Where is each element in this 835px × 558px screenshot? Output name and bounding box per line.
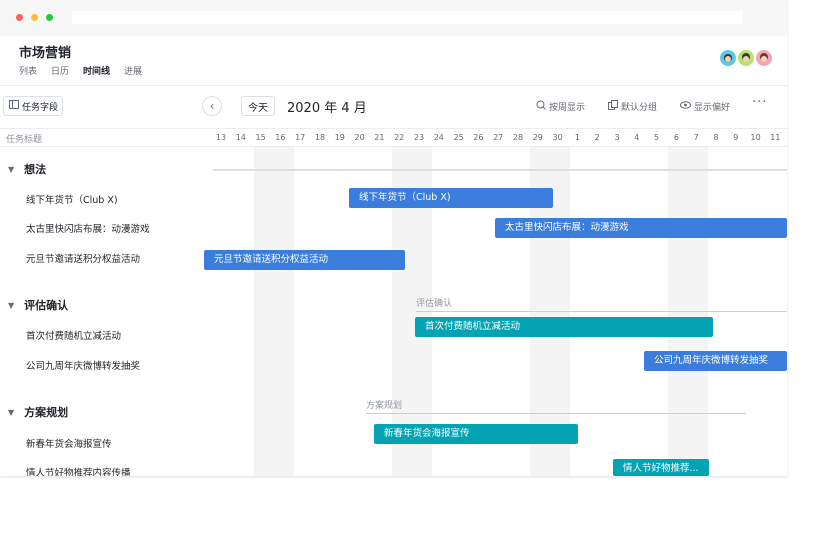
week-icon xyxy=(536,100,546,113)
day-label: 20 xyxy=(354,133,365,142)
task-row[interactable]: 元旦节邀请送积分权益活动 xyxy=(26,251,140,265)
task-bar[interactable]: 线下年货节（Club X) xyxy=(349,188,553,208)
task-title-column-label: 任务标题 xyxy=(6,135,43,145)
day-label: 2 xyxy=(594,133,600,142)
task-row[interactable]: 新春年货会海报宣传 xyxy=(26,436,112,450)
day-label: 4 xyxy=(634,133,640,142)
task-bar[interactable]: 公司九周年庆微博转发抽奖 xyxy=(644,351,787,371)
task-bar[interactable]: 太古里快闪店布展：动漫游戏 xyxy=(495,218,787,238)
sidebar-icon xyxy=(9,100,19,112)
day-label: 9 xyxy=(733,133,739,142)
more-icon[interactable]: ··· xyxy=(752,95,767,110)
display-preference-label: 显示偏好 xyxy=(694,103,731,113)
caret-down-icon[interactable]: ▼ xyxy=(8,301,14,310)
avatar[interactable] xyxy=(718,48,738,68)
day-label: 10 xyxy=(750,133,761,142)
group-timeline-label: 方案规划 xyxy=(366,401,403,411)
default-group-button[interactable]: 默认分组 xyxy=(608,100,657,113)
day-label: 17 xyxy=(295,133,306,142)
maximize-dot[interactable] xyxy=(46,14,53,21)
project-header: 市场营销 列表 日历 时间线 进展 xyxy=(0,36,787,86)
task-row[interactable]: 线下年货节（Club X) xyxy=(26,192,118,206)
current-month: 2020 年 4 月 xyxy=(287,101,367,116)
group-name: 想法 xyxy=(24,163,47,176)
caret-down-icon[interactable]: ▼ xyxy=(8,165,14,174)
tab-calendar[interactable]: 日历 xyxy=(51,64,69,77)
day-label: 1 xyxy=(574,133,580,142)
group-header[interactable]: ▼ 方案规划 xyxy=(8,404,68,420)
task-row[interactable]: 情人节好物推荐内容传播 xyxy=(26,465,131,476)
day-label: 7 xyxy=(693,133,699,142)
day-label: 18 xyxy=(314,133,326,142)
task-bar[interactable]: 元旦节邀请送积分权益活动 xyxy=(204,250,405,270)
task-fields-button[interactable]: 任务字段 xyxy=(3,96,63,116)
task-bar[interactable]: 首次付费随机立减活动 xyxy=(415,317,713,337)
address-bar[interactable] xyxy=(72,11,743,24)
task-bar[interactable]: 情人节好物推荐... xyxy=(613,459,709,476)
task-row[interactable]: 首次付费随机立减活动 xyxy=(26,328,121,342)
caret-down-icon[interactable]: ▼ xyxy=(8,408,14,417)
tab-progress[interactable]: 进展 xyxy=(124,64,142,77)
group-span-line xyxy=(416,311,787,312)
default-group-label: 默认分组 xyxy=(621,103,658,113)
avatar[interactable] xyxy=(736,48,756,68)
avatar[interactable] xyxy=(754,48,774,68)
group-header[interactable]: ▼ 想法 xyxy=(8,161,46,177)
group-name: 评估确认 xyxy=(24,299,69,312)
group-timeline-label: 评估确认 xyxy=(416,299,453,309)
day-label: 16 xyxy=(275,133,286,142)
task-bar[interactable]: 新春年货会海报宣传 xyxy=(374,424,578,444)
day-label: 14 xyxy=(235,133,246,142)
app-window: 市场营销 列表 日历 时间线 进展 任务字段 ‹ 今天 2020 年 4 月 按… xyxy=(0,0,787,476)
day-label: 29 xyxy=(532,133,543,142)
day-label: 8 xyxy=(713,133,719,142)
timeline-toolbar: 任务字段 ‹ 今天 2020 年 4 月 按周显示 默认分组 显示偏好 ··· xyxy=(0,86,787,128)
week-view-label: 按周显示 xyxy=(549,103,586,113)
day-label: 5 xyxy=(654,133,660,142)
day-label: 21 xyxy=(374,133,385,142)
day-label: 24 xyxy=(433,133,444,142)
day-label: 19 xyxy=(334,133,345,142)
tab-timeline[interactable]: 时间线 xyxy=(83,64,110,77)
task-fields-label: 任务字段 xyxy=(22,102,59,113)
column-header: 任务标题 13 14 15 16 17 18 19 20 21 22 23 24 25 26 27 28 29 3… xyxy=(0,128,787,147)
today-button[interactable]: 今天 xyxy=(241,96,275,116)
group-header[interactable]: ▼ 评估确认 xyxy=(8,297,68,313)
day-label: 22 xyxy=(394,133,405,142)
day-label: 28 xyxy=(512,133,524,142)
day-label: 30 xyxy=(552,133,563,142)
chevron-left-icon: ‹ xyxy=(209,99,215,113)
task-row[interactable]: 太古里快闪店布展：动漫游戏 xyxy=(26,221,150,235)
browser-titlebar xyxy=(0,0,787,36)
eye-icon xyxy=(680,101,691,112)
display-preference-button[interactable]: 显示偏好 xyxy=(680,100,730,113)
day-label: 11 xyxy=(770,133,781,142)
day-label: 6 xyxy=(673,133,679,142)
task-row[interactable]: 公司九周年庆微博转发抽奖 xyxy=(26,358,140,372)
group-span-line xyxy=(213,169,787,171)
day-label: 27 xyxy=(493,133,504,142)
group-icon xyxy=(608,100,618,113)
week-view-button[interactable]: 按周显示 xyxy=(536,100,585,113)
day-label: 15 xyxy=(255,133,266,142)
prev-period-button[interactable]: ‹ xyxy=(202,96,222,116)
page-title: 市场营销 xyxy=(19,46,72,61)
group-name: 方案规划 xyxy=(24,406,69,419)
close-dot[interactable] xyxy=(16,14,23,21)
weekend-stripe xyxy=(254,147,294,476)
day-label: 3 xyxy=(614,133,620,142)
day-label: 26 xyxy=(473,133,484,142)
day-label: 13 xyxy=(215,133,227,142)
day-label: 23 xyxy=(413,133,425,142)
tab-list[interactable]: 列表 xyxy=(19,64,37,77)
minimize-dot[interactable] xyxy=(31,14,38,21)
view-tabs: 列表 日历 时间线 进展 xyxy=(19,64,142,77)
group-span-line xyxy=(366,413,746,414)
day-label: 25 xyxy=(453,133,464,142)
